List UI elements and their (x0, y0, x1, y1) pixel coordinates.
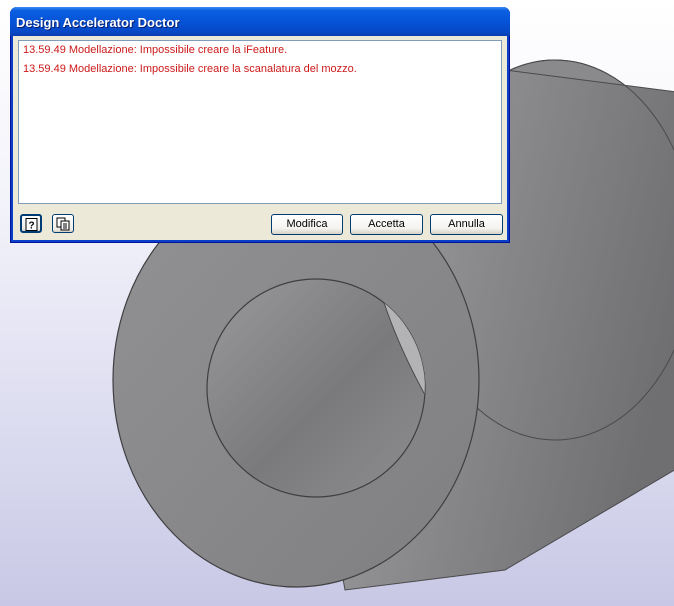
copy-button[interactable] (52, 214, 74, 233)
help-icon: ? (25, 218, 38, 232)
message-item[interactable]: 13.59.49 Modellazione: Impossibile crear… (23, 44, 287, 56)
dialog-body: 13.59.49 Modellazione: Impossibile crear… (13, 36, 507, 240)
dialog-titlebar[interactable]: Design Accelerator Doctor (10, 7, 510, 36)
doctor-dialog: Design Accelerator Doctor 13.59.49 Model… (10, 7, 510, 243)
copy-icon (56, 217, 70, 231)
message-item[interactable]: 13.59.49 Modellazione: Impossibile crear… (23, 63, 357, 75)
svg-text:?: ? (28, 221, 34, 232)
message-list[interactable]: 13.59.49 Modellazione: Impossibile crear… (18, 40, 502, 204)
modify-button[interactable]: Modifica (271, 214, 343, 235)
accept-button[interactable]: Accetta (350, 214, 423, 235)
cancel-button[interactable]: Annulla (430, 214, 503, 235)
help-button[interactable]: ? (20, 214, 42, 233)
dialog-title: Design Accelerator Doctor (16, 15, 180, 30)
